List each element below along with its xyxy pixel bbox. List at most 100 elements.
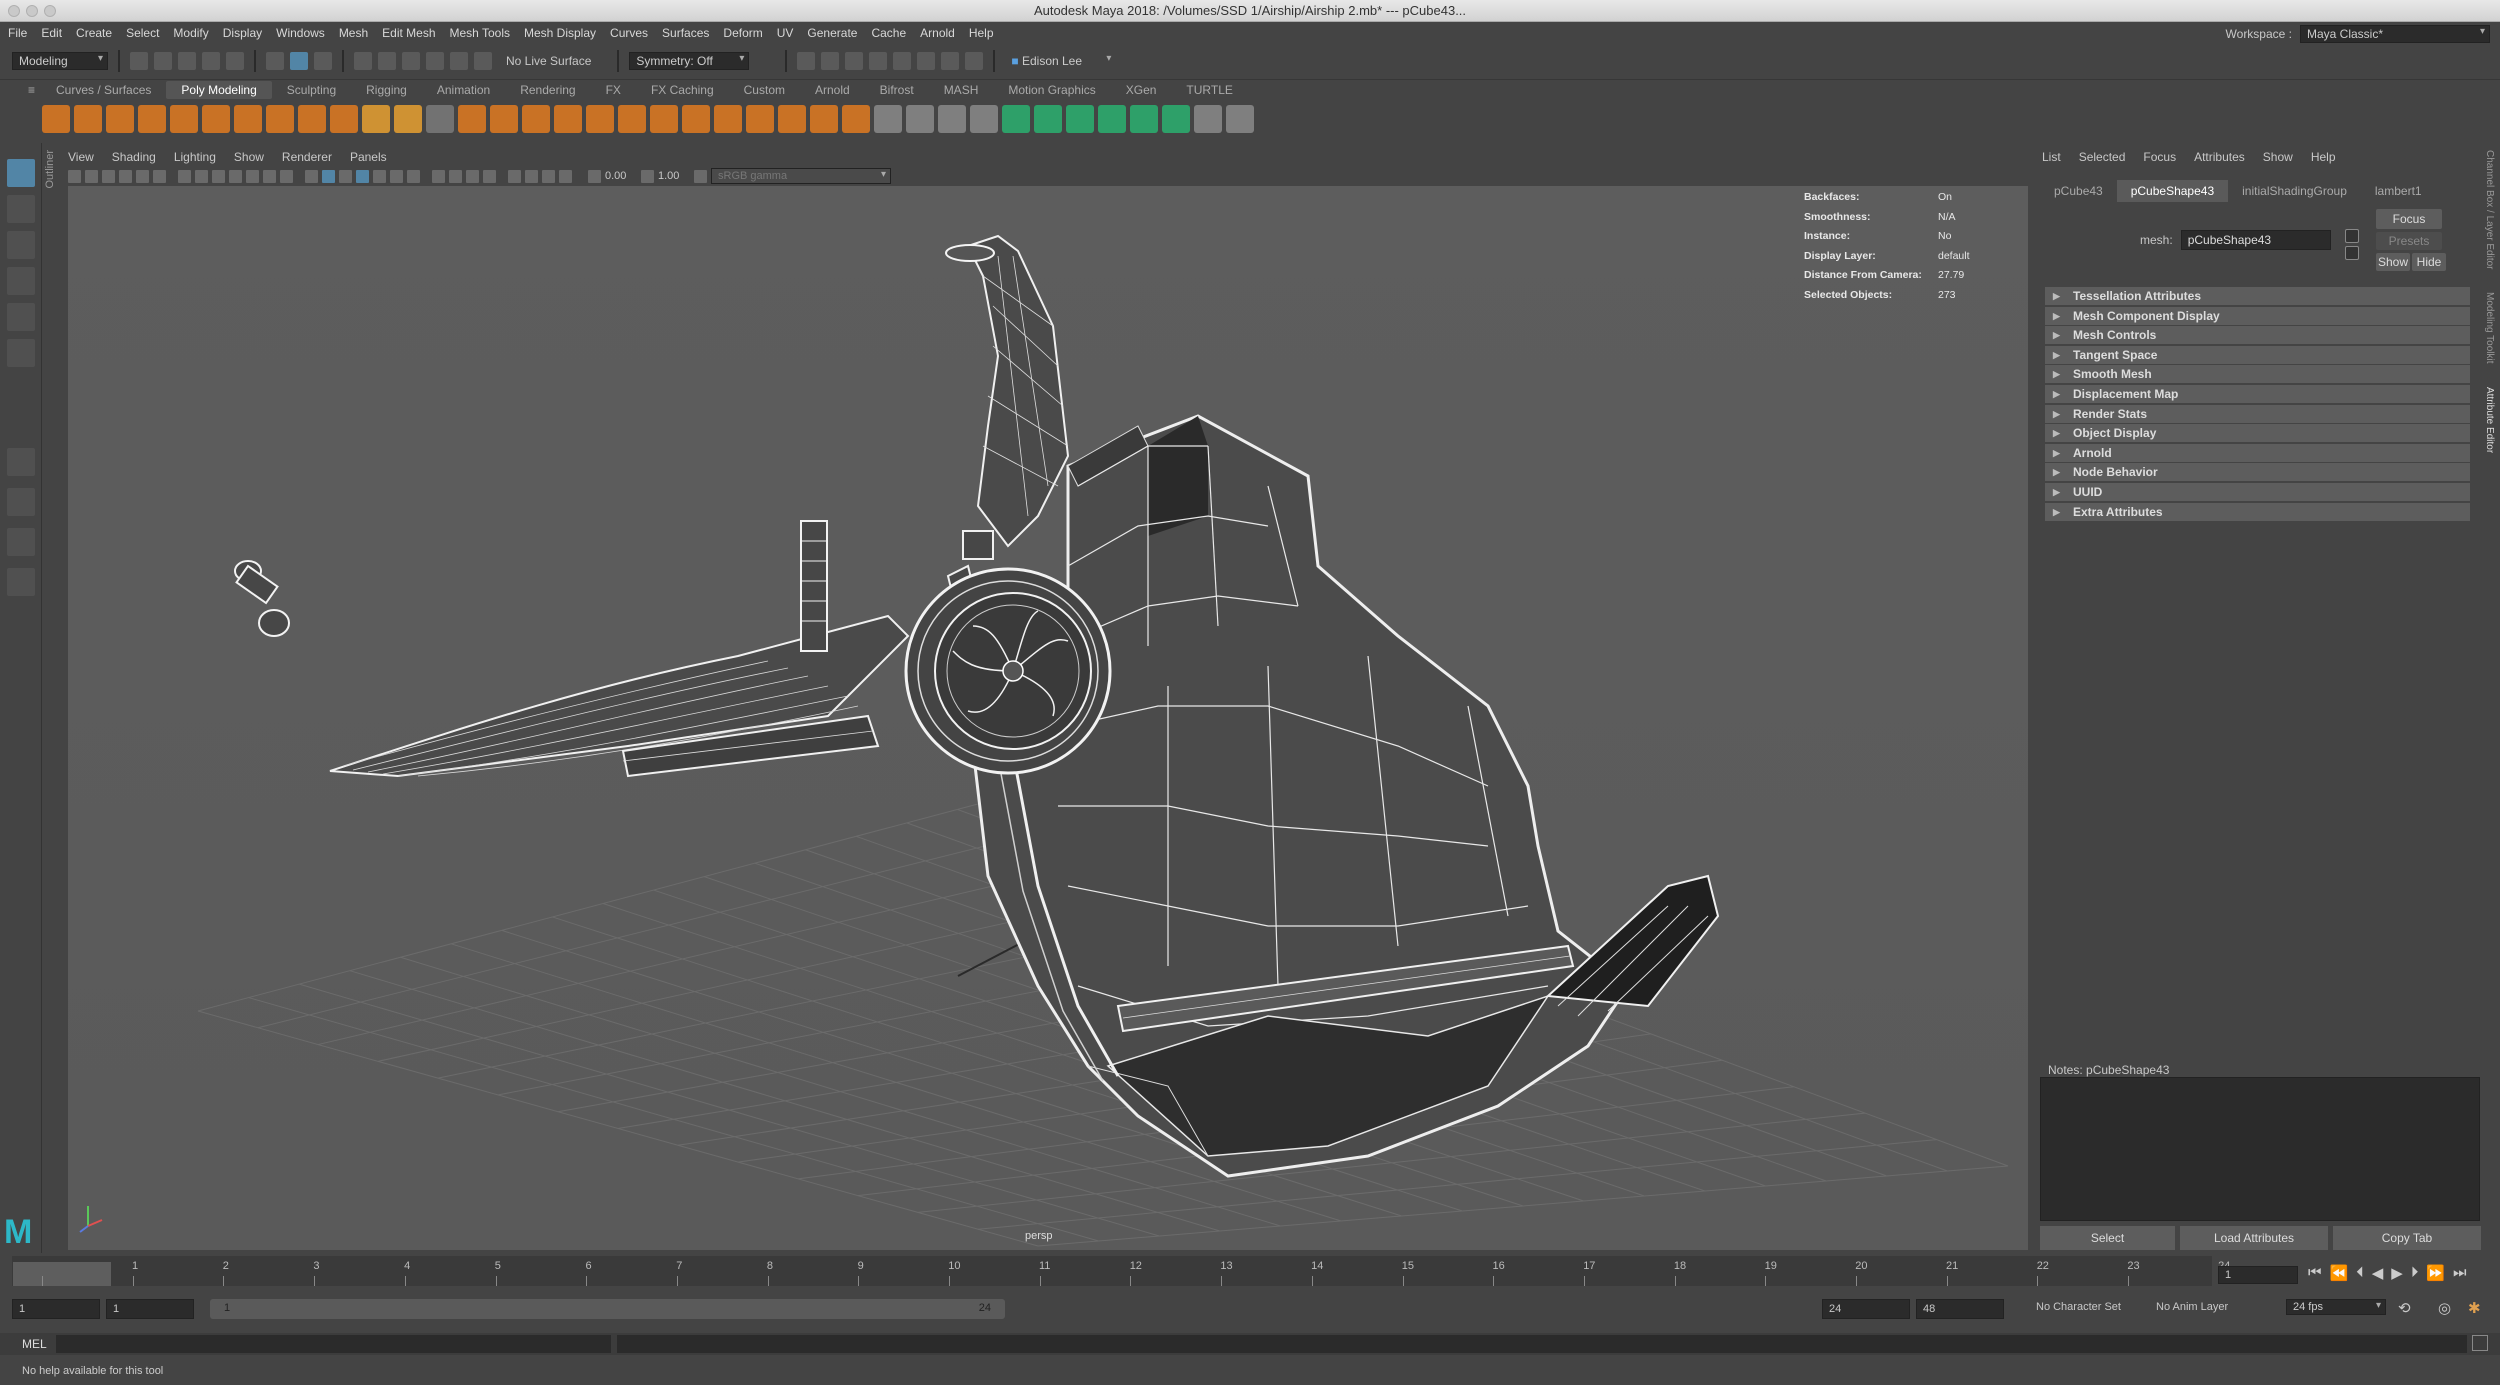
live-surface-label[interactable]: No Live Surface xyxy=(506,54,591,68)
shelf-tab-sculpting[interactable]: Sculpting xyxy=(272,81,351,99)
snap-point-icon[interactable] xyxy=(402,52,420,70)
shelf-mirror-icon[interactable] xyxy=(650,105,678,133)
rotate-tool-icon[interactable] xyxy=(7,303,35,331)
shelf-tab-custom[interactable]: Custom xyxy=(729,81,800,99)
user-account-dropdown[interactable]: ■ Edison Lee xyxy=(1005,53,1116,69)
shelf-boolean-icon[interactable] xyxy=(586,105,614,133)
shelf-append-icon[interactable] xyxy=(682,105,710,133)
snap-live-icon[interactable] xyxy=(450,52,468,70)
menu-windows[interactable]: Windows xyxy=(276,26,325,40)
shelf-bridge-edges-icon[interactable] xyxy=(810,105,838,133)
xray-icon[interactable] xyxy=(525,169,538,183)
airship-engine-mesh[interactable] xyxy=(904,567,1112,775)
fps-dropdown[interactable]: 24 fps xyxy=(2286,1299,2386,1315)
safe-title-icon[interactable] xyxy=(280,169,293,183)
shelf-tab-motion-graphics[interactable]: Motion Graphics xyxy=(993,81,1110,99)
shelf-planar-uv-icon[interactable] xyxy=(1002,105,1030,133)
shelf-cut-sew-icon[interactable] xyxy=(1162,105,1190,133)
shelf-platonic-icon[interactable] xyxy=(266,105,294,133)
shelf-uv-editor-icon[interactable] xyxy=(1066,105,1094,133)
menu-select[interactable]: Select xyxy=(126,26,159,40)
isolate-select-icon[interactable] xyxy=(508,169,521,183)
resolution-gate-icon[interactable] xyxy=(212,169,225,183)
shelf-superellipse-icon[interactable] xyxy=(330,105,358,133)
shelf-unfold-icon[interactable] xyxy=(1098,105,1126,133)
time-slider[interactable] xyxy=(12,1256,2212,1286)
undo-icon[interactable] xyxy=(202,52,220,70)
select-by-component-icon[interactable] xyxy=(314,52,332,70)
wireframe-icon[interactable] xyxy=(305,169,318,183)
xray-joints-icon[interactable] xyxy=(542,169,555,183)
shelf-merge-icon[interactable] xyxy=(842,105,870,133)
current-frame-field[interactable]: 1 xyxy=(2218,1266,2298,1284)
notes-textarea[interactable] xyxy=(2040,1077,2480,1221)
shelf-connect-icon[interactable] xyxy=(938,105,966,133)
copy-tab-button[interactable]: Copy Tab xyxy=(2333,1226,2481,1250)
menu-surfaces[interactable]: Surfaces xyxy=(662,26,709,40)
viewport-menu-shading[interactable]: Shading xyxy=(112,150,156,164)
select-by-object-icon[interactable] xyxy=(290,52,308,70)
shelf-layout-uv-icon[interactable] xyxy=(1130,105,1158,133)
shelf-separate-icon[interactable] xyxy=(490,105,518,133)
shelf-svg-icon[interactable] xyxy=(394,105,422,133)
ae-menu-show[interactable]: Show xyxy=(2263,150,2293,164)
shelf-multi-cut-icon[interactable] xyxy=(874,105,902,133)
shelf-uv-snapshot-icon[interactable] xyxy=(1194,105,1222,133)
two-view-layout-icon[interactable] xyxy=(7,528,35,556)
shelf-tab-rigging[interactable]: Rigging xyxy=(351,81,422,99)
step-back-frame-icon[interactable]: ⏴ xyxy=(2356,1264,2364,1282)
menu-file[interactable]: File xyxy=(8,26,27,40)
select-button[interactable]: Select xyxy=(2040,1226,2175,1250)
shadows-icon[interactable] xyxy=(407,169,420,183)
shelf-smooth-icon[interactable] xyxy=(554,105,582,133)
go-to-output-icon[interactable] xyxy=(2345,246,2359,260)
render-region-icon[interactable] xyxy=(797,52,816,70)
bookmark-icon[interactable] xyxy=(102,169,115,183)
shelf-quad-draw-icon[interactable] xyxy=(970,105,998,133)
snap-curve-icon[interactable] xyxy=(378,52,396,70)
close-window-button[interactable] xyxy=(8,5,20,17)
safe-action-icon[interactable] xyxy=(263,169,276,183)
menu-display[interactable]: Display xyxy=(223,26,262,40)
use-all-lights-icon[interactable] xyxy=(390,169,403,183)
shelf-cone-icon[interactable] xyxy=(138,105,166,133)
section-displacement-map[interactable]: Displacement Map xyxy=(2045,385,2470,403)
shelf-fill-hole-icon[interactable] xyxy=(714,105,742,133)
animation-end-field[interactable]: 48 xyxy=(1916,1299,2004,1319)
viewport-menu-renderer[interactable]: Renderer xyxy=(282,150,332,164)
shelf-tab-xgen[interactable]: XGen xyxy=(1111,81,1172,99)
modeling-toolkit-tab[interactable]: Modeling Toolkit xyxy=(2484,292,2495,364)
2d-pan-zoom-icon[interactable] xyxy=(136,169,149,183)
exposure-field[interactable]: 0.00 xyxy=(605,170,637,182)
section-object-display[interactable]: Object Display xyxy=(2045,424,2470,443)
depth-of-field-icon[interactable] xyxy=(483,169,496,183)
section-mesh-component-display[interactable]: Mesh Component Display xyxy=(2045,306,2470,325)
loop-icon[interactable]: ⟲ xyxy=(2398,1299,2411,1317)
channel-box-tab[interactable]: Channel Box / Layer Editor xyxy=(2484,150,2495,270)
animation-preferences-icon[interactable]: ✱ xyxy=(2468,1299,2481,1317)
shelf-bevel-icon[interactable] xyxy=(778,105,806,133)
show-button[interactable]: Show xyxy=(2376,253,2410,271)
menu-set-dropdown[interactable]: Modeling xyxy=(12,52,108,70)
snap-magnet-icon[interactable] xyxy=(474,52,492,70)
script-editor-icon[interactable] xyxy=(2472,1335,2488,1351)
render-view-icon[interactable] xyxy=(917,52,936,70)
shelf-tab-turtle[interactable]: TURTLE xyxy=(1171,81,1247,99)
menu-mesh[interactable]: Mesh xyxy=(339,26,368,40)
backface-culling-icon[interactable] xyxy=(559,169,572,183)
workspace-dropdown[interactable]: Maya Classic* xyxy=(2300,25,2490,43)
shelf-soccer-ball-icon[interactable] xyxy=(298,105,326,133)
presets-button[interactable]: Presets xyxy=(2376,232,2442,250)
menu-modify[interactable]: Modify xyxy=(173,26,208,40)
menu-create[interactable]: Create xyxy=(76,26,112,40)
go-to-end-icon[interactable]: ⏭ xyxy=(2453,1264,2467,1282)
auto-key-icon[interactable]: ◎ xyxy=(2438,1299,2451,1317)
shelf-plane-icon[interactable] xyxy=(202,105,230,133)
play-forwards-icon[interactable]: ▶ xyxy=(2391,1264,2403,1282)
image-plane-icon[interactable] xyxy=(119,169,132,183)
select-camera-icon[interactable] xyxy=(68,169,81,183)
color-management-icon[interactable] xyxy=(694,169,707,183)
shelf-auto-uv-icon[interactable] xyxy=(1034,105,1062,133)
menu-cache[interactable]: Cache xyxy=(871,26,906,40)
section-tessellation-attributes[interactable]: Tessellation Attributes xyxy=(2045,287,2470,305)
